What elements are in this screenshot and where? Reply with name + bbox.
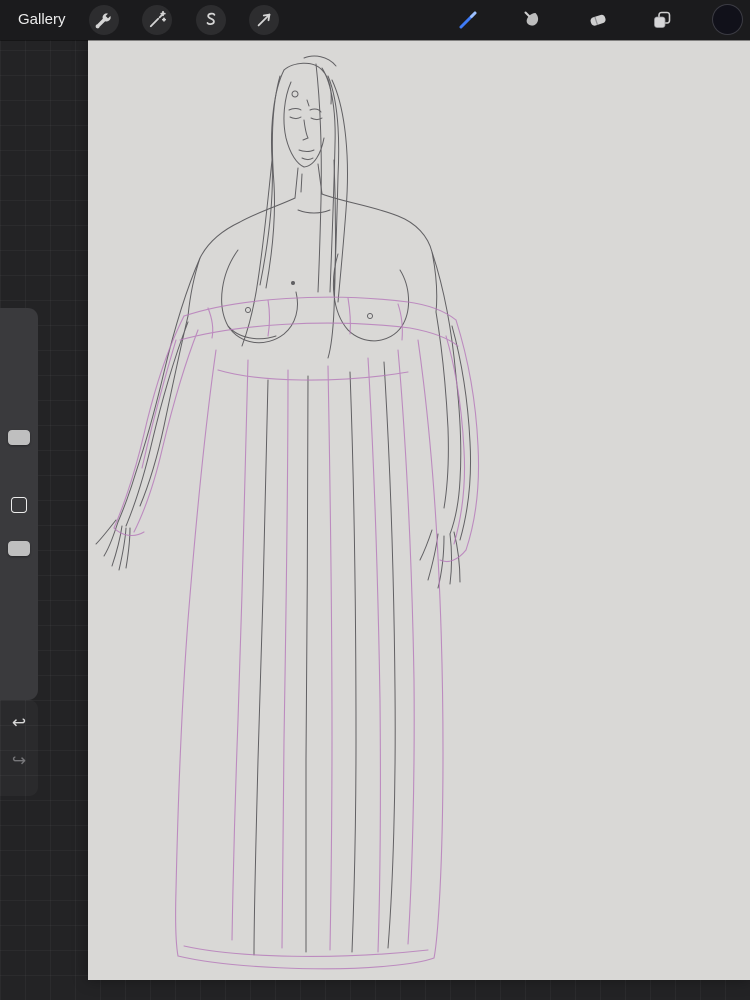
smudge-icon (524, 11, 539, 26)
drawing-canvas[interactable] (88, 40, 750, 980)
transform-button[interactable] (249, 5, 279, 35)
brush-size-slider[interactable] (0, 308, 38, 490)
modify-button[interactable] (0, 493, 38, 517)
wrench-icon (95, 13, 111, 29)
brush-sidebar (0, 308, 38, 700)
gallery-button[interactable]: Gallery (18, 0, 66, 40)
selection-button[interactable] (196, 5, 226, 35)
magic-wand-icon (149, 10, 167, 28)
paint-brush-button[interactable] (453, 5, 483, 35)
figure-sketch (95, 55, 480, 970)
adjustments-button[interactable] (142, 5, 172, 35)
transform-arrow-icon (257, 13, 271, 27)
brush-size-handle[interactable] (8, 430, 30, 445)
brush-opacity-slider[interactable] (0, 523, 38, 700)
eraser-button[interactable] (583, 5, 613, 35)
eraser-icon (590, 14, 606, 26)
brush-icon (459, 11, 477, 29)
layers-icon (654, 11, 671, 28)
modify-square-icon (11, 497, 27, 513)
undo-button[interactable]: ↩ (0, 708, 38, 738)
smudge-button[interactable] (517, 5, 547, 35)
layers-button[interactable] (647, 5, 677, 35)
redo-button[interactable]: ↪ (0, 746, 38, 776)
top-toolbar: Gallery (0, 0, 750, 40)
undo-redo-group: ↩ ↪ (0, 700, 38, 796)
brush-opacity-handle[interactable] (8, 541, 30, 556)
procreate-screen: Gallery ↩ ↪ (0, 0, 750, 1000)
selection-icon (206, 12, 216, 25)
color-swatch[interactable] (712, 4, 743, 35)
workspace: ↩ ↪ (0, 40, 750, 1000)
actions-button[interactable] (89, 5, 119, 35)
